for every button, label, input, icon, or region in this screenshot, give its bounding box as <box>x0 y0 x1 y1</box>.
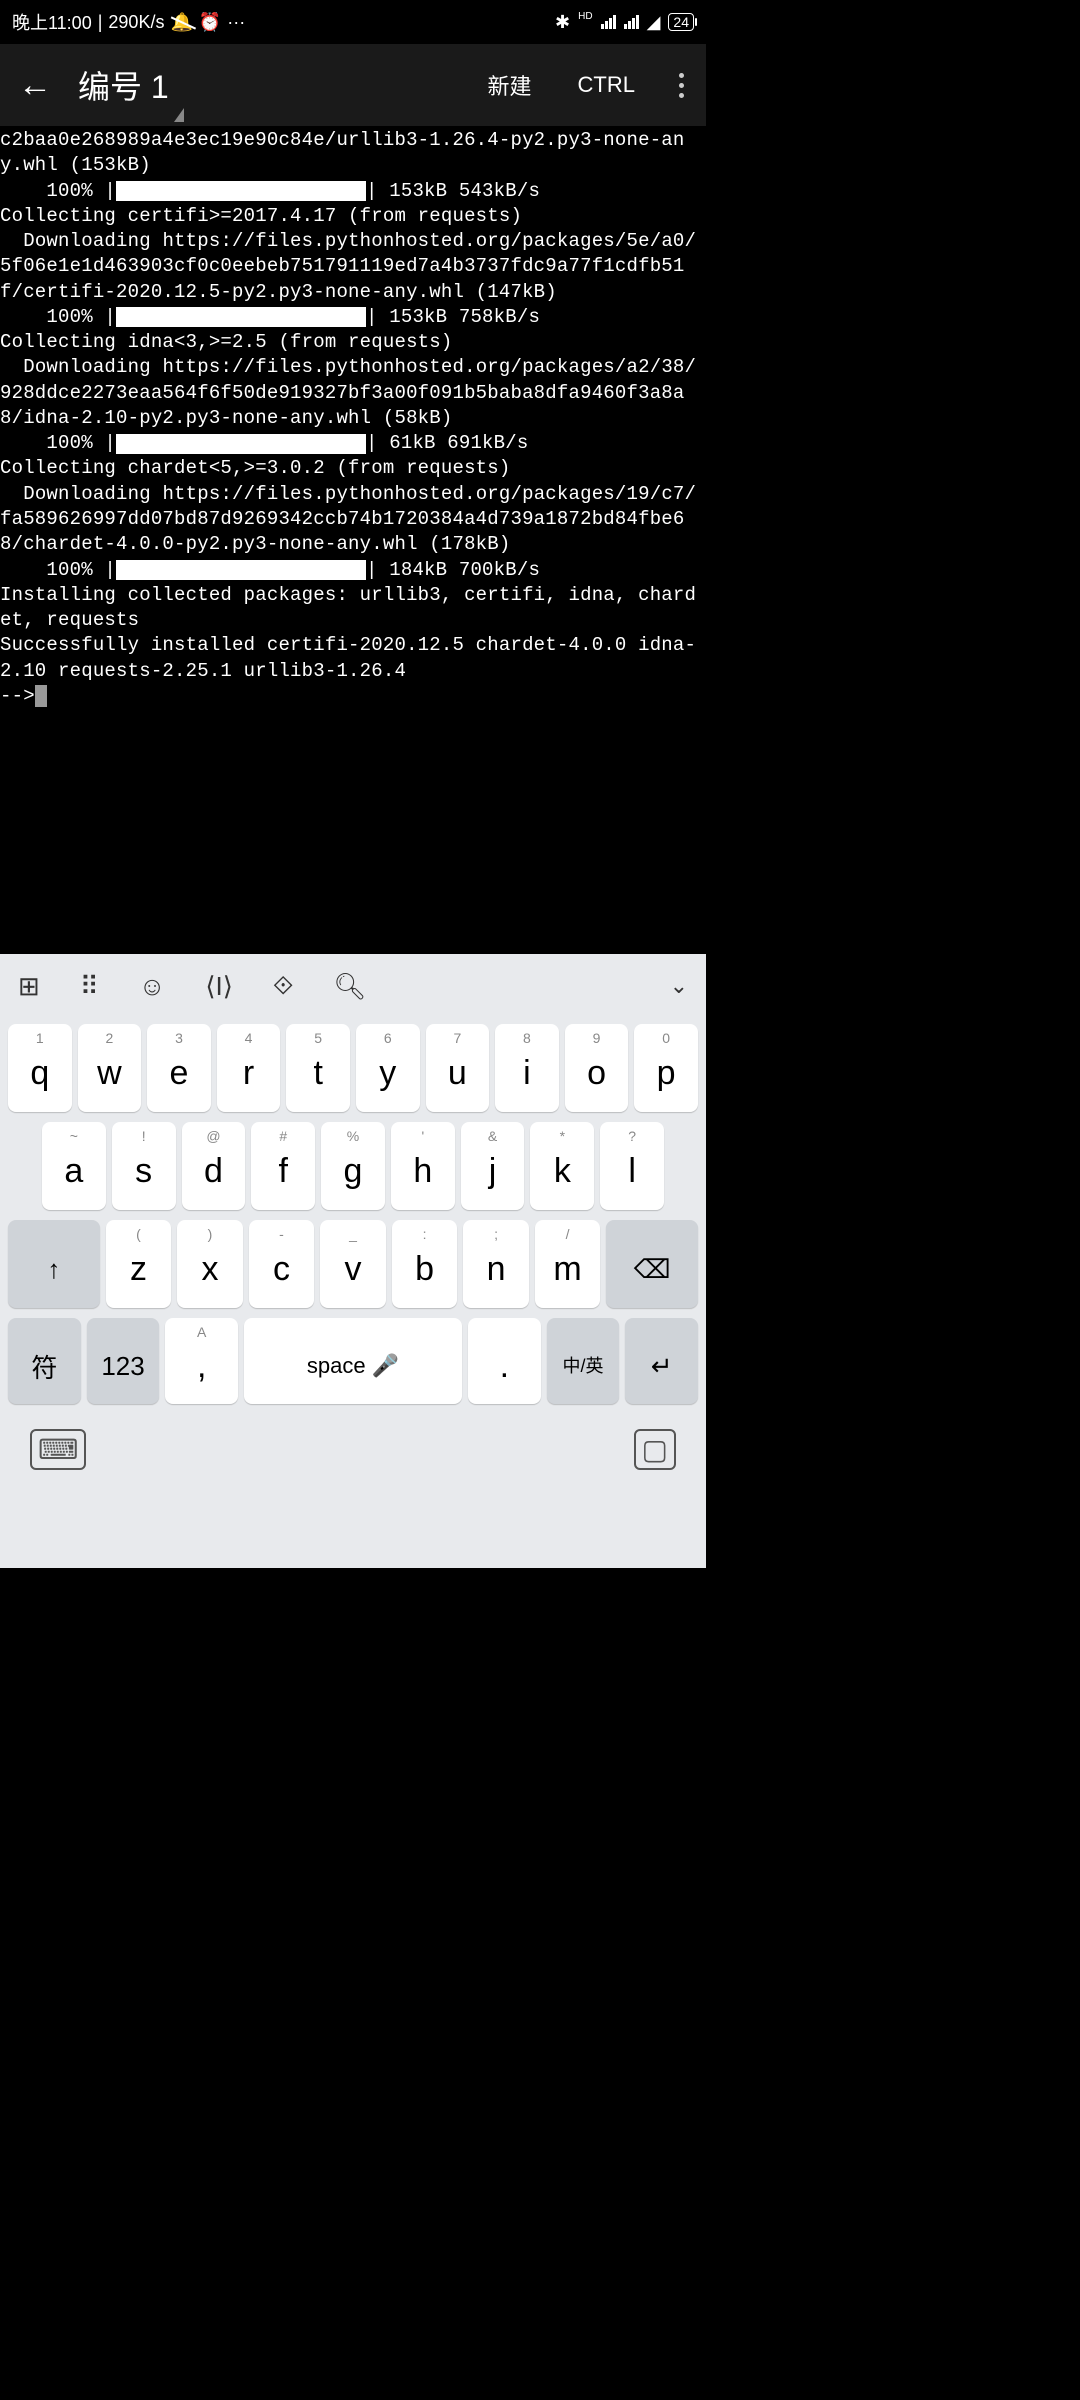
hd-label: HD <box>578 11 592 22</box>
key-x[interactable]: )x <box>177 1220 243 1308</box>
key-d[interactable]: @d <box>182 1122 246 1210</box>
back-button[interactable]: ← <box>10 66 60 105</box>
key-u[interactable]: 7u <box>426 1024 490 1112</box>
key-v[interactable]: _v <box>320 1220 386 1308</box>
shift-key[interactable]: ↑ <box>8 1220 100 1308</box>
key-s[interactable]: !s <box>112 1122 176 1210</box>
prompt-line: --> <box>0 684 706 709</box>
link-icon[interactable]: ⟐ <box>273 970 294 1002</box>
key-row-1: 1q2w3e4r5t6y7u8i9o0p <box>8 1024 698 1112</box>
term-line: c2baa0e268989a4e3ec19e90c84e/urllib3-1.2… <box>0 128 706 179</box>
progress-line: 100% || 184kB 700kB/s <box>0 558 706 583</box>
language-key[interactable]: 中/英 <box>547 1318 620 1404</box>
term-line: Collecting chardet<5,>=3.0.2 (from reque… <box>0 456 706 481</box>
mute-icon: 🔔 <box>170 12 192 33</box>
keyboard-bottom-bar: ⌨ ▢ <box>0 1414 706 1484</box>
status-time: 晚上11:00 <box>12 9 92 35</box>
terminal-output[interactable]: c2baa0e268989a4e3ec19e90c84e/urllib3-1.2… <box>0 126 706 954</box>
term-line: Successfully installed certifi-2020.12.5… <box>0 633 706 684</box>
signal-icon <box>601 15 616 29</box>
key-z[interactable]: (z <box>106 1220 172 1308</box>
comma-key[interactable]: A, <box>165 1318 238 1404</box>
search-icon[interactable]: 🔍︎ <box>333 971 366 1002</box>
dots-grid-icon[interactable]: ⠿ <box>80 971 99 1002</box>
battery-icon: 24 <box>668 13 694 31</box>
space-key[interactable]: space 🎤 <box>244 1318 462 1404</box>
period-key[interactable]: . <box>468 1318 541 1404</box>
key-r[interactable]: 4r <box>217 1024 281 1112</box>
key-c[interactable]: -c <box>249 1220 315 1308</box>
key-m[interactable]: /m <box>535 1220 601 1308</box>
term-line: Downloading https://files.pythonhosted.o… <box>0 229 706 305</box>
key-j[interactable]: &j <box>461 1122 525 1210</box>
key-o[interactable]: 9o <box>565 1024 629 1112</box>
emoji-icon[interactable]: ☺ <box>139 971 166 1002</box>
term-line: Installing collected packages: urllib3, … <box>0 583 706 634</box>
key-g[interactable]: %g <box>321 1122 385 1210</box>
bluetooth-icon: ✱ <box>555 12 570 33</box>
term-line: Collecting certifi>=2017.4.17 (from requ… <box>0 204 706 229</box>
progress-line: 100% || 61kB 691kB/s <box>0 431 706 456</box>
key-y[interactable]: 6y <box>356 1024 420 1112</box>
key-l[interactable]: ?l <box>600 1122 664 1210</box>
key-h[interactable]: 'h <box>391 1122 455 1210</box>
key-q[interactable]: 1q <box>8 1024 72 1112</box>
signal-icon-2 <box>624 15 639 29</box>
keyboard-toolbar: ⊞ ⠿ ☺ ⟨I⟩ ⟐ 🔍︎ ⌄ <box>0 954 706 1018</box>
overflow-menu-button[interactable] <box>667 73 696 98</box>
keyboard-switch-icon[interactable]: ⌨ <box>30 1429 86 1470</box>
key-row-2: ~a!s@d#f%g'h&j*k?l <box>8 1122 698 1210</box>
term-line: Downloading https://files.pythonhosted.o… <box>0 355 706 431</box>
cursor-icon[interactable]: ⟨I⟩ <box>205 971 233 1002</box>
symbol-key[interactable]: 符 <box>8 1318 81 1404</box>
progress-line: 100% || 153kB 543kB/s <box>0 179 706 204</box>
status-bar: 晚上11:00 | 290K/s 🔔 ⏰ ··· ✱ HD ◢ 24 <box>0 0 706 44</box>
app-bar: ← 编号 1 新建 CTRL <box>0 44 706 126</box>
more-icon: ··· <box>227 12 245 33</box>
key-row-3: ↑ (z)x-c_v:b;n/m ⌫ <box>8 1220 698 1308</box>
key-t[interactable]: 5t <box>286 1024 350 1112</box>
terminal-cursor <box>35 685 47 707</box>
key-k[interactable]: *k <box>530 1122 594 1210</box>
key-row-4: 符 123 A, space 🎤 . 中/英 ↵ <box>8 1318 698 1404</box>
key-p[interactable]: 0p <box>634 1024 698 1112</box>
alarm-icon: ⏰ <box>199 12 221 33</box>
key-e[interactable]: 3e <box>147 1024 211 1112</box>
progress-line: 100% || 153kB 758kB/s <box>0 305 706 330</box>
key-f[interactable]: #f <box>251 1122 315 1210</box>
key-i[interactable]: 8i <box>495 1024 559 1112</box>
enter-key[interactable]: ↵ <box>625 1318 698 1404</box>
ctrl-button[interactable]: CTRL <box>564 72 649 98</box>
key-w[interactable]: 2w <box>78 1024 142 1112</box>
term-line: Collecting idna<3,>=2.5 (from requests) <box>0 330 706 355</box>
soft-keyboard: ⊞ ⠿ ☺ ⟨I⟩ ⟐ 🔍︎ ⌄ 1q2w3e4r5t6y7u8i9o0p ~a… <box>0 954 706 1568</box>
numeric-key[interactable]: 123 <box>87 1318 160 1404</box>
net-speed: 290K/s <box>108 12 164 33</box>
key-b[interactable]: :b <box>392 1220 458 1308</box>
session-title[interactable]: 编号 1 <box>78 62 456 108</box>
new-button[interactable]: 新建 <box>474 69 546 101</box>
clipboard-icon[interactable]: ▢ <box>634 1429 676 1470</box>
title-resize-icon <box>174 108 184 122</box>
wifi-icon: ◢ <box>647 12 661 33</box>
key-a[interactable]: ~a <box>42 1122 106 1210</box>
grid-icon[interactable]: ⊞ <box>18 971 40 1002</box>
key-n[interactable]: ;n <box>463 1220 529 1308</box>
term-line: Downloading https://files.pythonhosted.o… <box>0 482 706 558</box>
collapse-keyboard-icon[interactable]: ⌄ <box>670 973 688 999</box>
backspace-key[interactable]: ⌫ <box>606 1220 698 1308</box>
